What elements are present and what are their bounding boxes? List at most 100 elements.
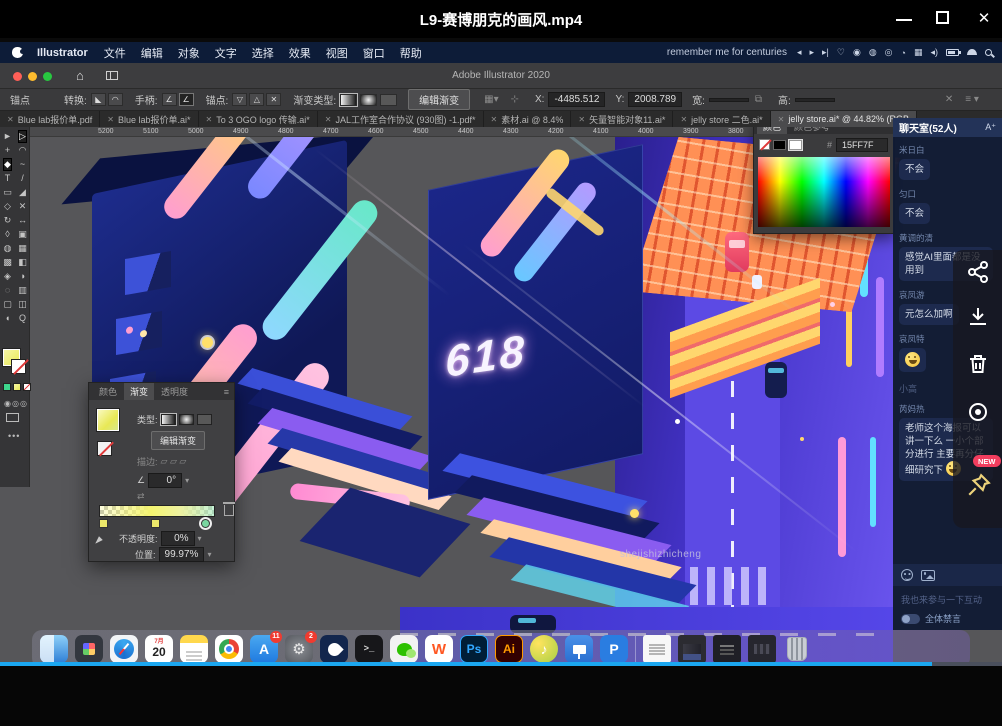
menu-edit[interactable]: 编辑 [141,45,163,61]
status-icon-1[interactable]: ◍ [869,47,877,58]
black-swatch[interactable] [773,140,786,150]
panel-menu-icon[interactable]: ≡ [224,387,229,397]
tab-gradient[interactable]: 渐变 [124,383,154,400]
scissors-tool-icon[interactable]: ✕ [19,201,27,212]
radial-gradient-icon[interactable] [360,94,377,106]
free-transform-tool-icon[interactable]: ▣ [18,229,27,240]
height-input[interactable] [795,98,835,102]
menubar-app-name[interactable]: Illustrator [37,47,88,59]
menu-select[interactable]: 选择 [252,45,274,61]
calendar-icon[interactable]: 7月20 [145,635,173,663]
screen-mode-icon[interactable] [6,413,19,422]
toolbar-more-icon[interactable]: ••• [8,431,20,441]
opacity-dropdown-icon[interactable]: ▾ [198,534,202,543]
trash-dock-icon[interactable] [783,635,811,663]
doc-tab[interactable]: ✕素材.ai @ 8.4% [484,111,572,127]
gradient-slider[interactable] [99,505,215,517]
close-tab-icon[interactable]: ✕ [325,115,332,124]
hex-value-input[interactable]: 15FF7F [836,138,888,152]
convert-corner-icon[interactable]: ◣ [91,93,106,106]
doc-tab[interactable]: ✕Blue lab报价单.pdf [0,111,100,127]
hand-tool-icon[interactable]: ◖ [5,313,10,324]
spotlight-search-icon[interactable] [985,49,992,56]
play-track-icon[interactable]: ▸ [809,47,814,58]
wifi-icon[interactable] [967,49,977,56]
edit-gradient-button-panel[interactable]: 编辑渐变 [151,431,205,450]
shaper-tool-icon[interactable]: ◇ [4,201,11,212]
shape-builder-tool-icon[interactable]: ◍ [4,243,12,254]
bird-app-icon[interactable] [320,635,348,663]
menu-view[interactable]: 视图 [326,45,348,61]
scale-tool-icon[interactable]: ↔ [18,215,27,226]
gradient-stop[interactable] [99,519,108,528]
font-size-button[interactable]: A⁺ [985,122,996,133]
width-tool-icon[interactable]: ◊ [5,229,9,240]
transform-icon[interactable]: ✕ [945,94,953,105]
tab-color-guide[interactable]: 颜色参考 [788,127,836,134]
system-preferences-icon[interactable]: ⚙2 [285,635,313,663]
direct-selection-tool-icon[interactable]: ▷ [19,131,26,142]
zoom-tool-icon[interactable]: Q [19,313,26,324]
more-options-icon[interactable]: ≡ ▾ [965,94,979,105]
screenshot-thumb-icon[interactable] [713,635,741,663]
linear-type-icon[interactable] [161,414,176,425]
next-track-icon[interactable]: ▸| [822,47,829,58]
minimize-icon[interactable] [896,11,912,21]
doc-tab[interactable]: ✕jelly store 二色.ai* [673,111,770,127]
artboard-tool-icon[interactable]: ▢ [3,299,12,310]
finder-icon[interactable] [40,635,68,663]
apple-logo-icon[interactable] [12,47,23,58]
qq-music-icon[interactable]: ♪ [530,635,558,663]
trash-icon[interactable] [966,352,990,376]
photoshop-icon[interactable]: Ps [460,635,488,663]
image-upload-icon[interactable] [921,570,935,581]
color-spectrum[interactable] [758,157,890,227]
tab-color[interactable]: 颜色 [93,383,123,400]
type-tool-icon[interactable]: T [5,173,11,184]
freeform-type-icon[interactable] [197,414,212,425]
doc-tab[interactable]: ✕JAL工作室合作协议 (930图) -1.pdf* [318,111,484,127]
gradient-tool-icon[interactable]: ◧ [18,257,27,268]
gradient-stop-selected[interactable] [201,519,210,528]
safari-icon[interactable] [110,635,138,663]
status-icon-2[interactable]: ◎ [885,47,893,58]
eyedropper-tool-icon[interactable]: ◈ [4,271,11,282]
rotate-tool-icon[interactable]: ↻ [4,215,12,226]
maximize-icon[interactable] [936,11,949,24]
y-input[interactable]: 2008.789 [628,92,682,107]
gradient-annotator-dot[interactable] [202,337,213,348]
gradient-stop[interactable] [151,519,160,528]
add-anchor-icon[interactable]: △ [249,93,264,106]
symbol-sprayer-tool-icon[interactable]: ◌ [5,285,10,296]
pen-tool-icon[interactable]: ◆ [4,159,11,170]
keynote-icon[interactable] [565,635,593,663]
menu-type[interactable]: 文字 [215,45,237,61]
linear-gradient-icon[interactable] [340,94,357,106]
menu-file[interactable]: 文件 [104,45,126,61]
terminal-icon[interactable]: >_ [355,635,383,663]
show-handles-icon[interactable]: ∠ [162,93,177,106]
rectangle-tool-icon[interactable]: ▭ [3,187,12,198]
lasso-tool-icon[interactable]: ◠ [19,145,27,156]
document-file-icon[interactable] [643,635,671,663]
curvature-tool-icon[interactable]: ~ [20,159,25,170]
reference-point-icon[interactable]: ⊹ [511,94,519,105]
close-tab-icon[interactable]: ✕ [206,115,213,124]
stroke-swatch[interactable] [97,441,112,456]
freeform-gradient-icon[interactable] [380,94,397,106]
menu-effect[interactable]: 效果 [289,45,311,61]
emoji-picker-icon[interactable] [901,569,913,581]
tab-color-panel[interactable]: 颜色 [757,127,787,134]
reverse-gradient-icon[interactable]: ⇄ [137,491,145,502]
music-app-icon[interactable]: ◉ [853,47,861,58]
mute-all-toggle[interactable] [901,614,920,624]
delete-stop-icon[interactable] [224,505,234,516]
screenshot-thumb-icon[interactable] [748,635,776,663]
location-dropdown-icon[interactable]: ▾ [207,550,211,559]
eyedropper-icon[interactable] [95,531,108,544]
tab-transparency[interactable]: 透明度 [155,383,194,400]
angle-dropdown-icon[interactable]: ▾ [185,476,189,485]
gradient-swatch[interactable] [97,409,119,431]
gradient-button[interactable] [13,383,21,391]
opacity-input[interactable]: 0% [161,531,195,546]
